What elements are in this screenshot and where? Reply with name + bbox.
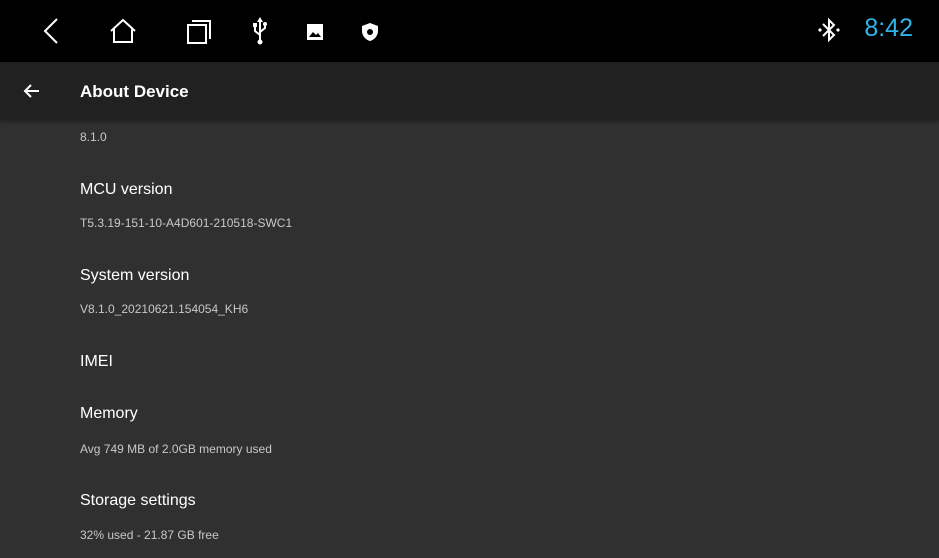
app-bar: About Device — [0, 62, 939, 120]
usb-icon — [250, 16, 270, 46]
arrow-back-icon[interactable] — [22, 81, 42, 101]
imei-title: IMEI — [80, 353, 113, 370]
imei-item[interactable]: IMEI — [0, 336, 939, 392]
status-bar: 8:42 — [0, 0, 939, 62]
android-version-summary: 8.1.0 — [80, 130, 107, 144]
mcu-version-title: MCU version — [80, 181, 173, 198]
system-version-summary: V8.1.0_20210621.154054_KH6 — [80, 302, 249, 316]
status-clock: 8:42 — [864, 14, 913, 42]
image-icon — [305, 22, 325, 42]
preference-list: 8.1.0 MCU version T5.3.19-151-10-A4D601-… — [0, 120, 939, 558]
storage-settings-summary: 32% used - 21.87 GB free — [80, 528, 219, 542]
memory-item[interactable]: Memory Avg 749 MB of 2.0GB memory used — [0, 392, 939, 478]
system-version-item[interactable]: System version V8.1.0_20210621.154054_KH… — [0, 250, 939, 336]
back-icon[interactable] — [38, 17, 64, 45]
storage-settings-title: Storage settings — [80, 492, 196, 509]
storage-settings-item[interactable]: Storage settings 32% used - 21.87 GB fre… — [0, 478, 939, 558]
bluetooth-icon — [818, 17, 840, 48]
home-icon[interactable] — [106, 17, 140, 45]
recents-icon[interactable] — [184, 18, 214, 46]
mcu-version-summary: T5.3.19-151-10-A4D601-210518-SWC1 — [80, 216, 293, 230]
system-version-title: System version — [80, 267, 190, 284]
page-title: About Device — [80, 82, 189, 101]
android-version-item[interactable]: 8.1.0 — [0, 120, 939, 160]
memory-title: Memory — [80, 405, 138, 422]
shield-icon — [360, 21, 380, 43]
memory-summary: Avg 749 MB of 2.0GB memory used — [80, 442, 272, 456]
mcu-version-item[interactable]: MCU version T5.3.19-151-10-A4D601-210518… — [0, 164, 939, 250]
